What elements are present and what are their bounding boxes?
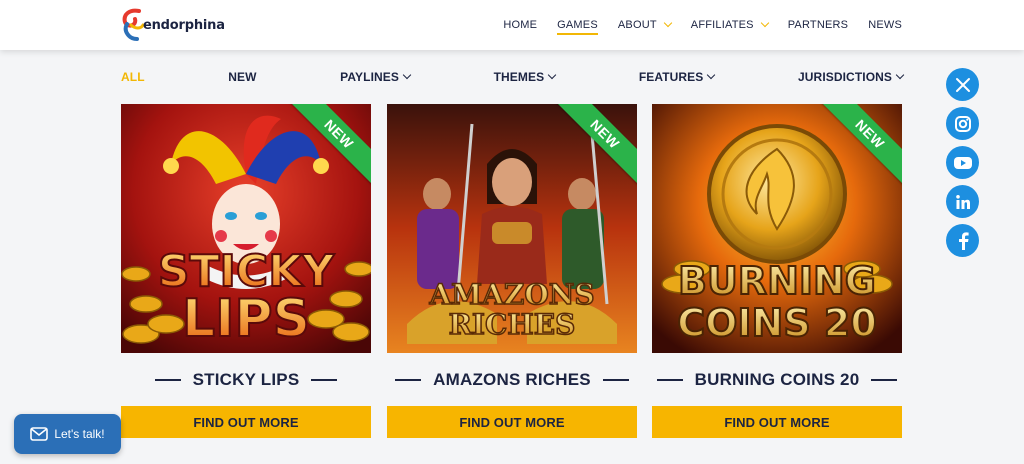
title-dash <box>871 379 898 381</box>
filter-label: FEATURES <box>638 70 704 84</box>
nav-label: AFFILIATES <box>690 19 754 31</box>
game-title-row: BURNING COINS 20 <box>652 369 902 391</box>
game-card-burning-coins-20: BURNING COINS 20 NEW BURNING COINS 20 FI… <box>652 104 902 438</box>
nav-item-affiliates[interactable]: AFFILIATES <box>690 18 769 31</box>
chevron-down-icon <box>402 70 412 80</box>
title-dash <box>154 379 181 381</box>
mail-icon <box>30 427 49 441</box>
artwork-title-line2: RICHES <box>449 308 576 341</box>
artwork-title-line1: AMAZONS <box>428 278 594 311</box>
nav-label: ABOUT <box>617 19 657 31</box>
filter-label: THEMES <box>493 70 545 84</box>
artwork-title-line2: LIPS <box>182 289 310 349</box>
nav-item-about[interactable]: ABOUT <box>617 18 673 31</box>
chevron-down-icon <box>663 18 673 28</box>
nav-label: PARTNERS <box>787 19 849 31</box>
game-title: AMAZONS RICHES <box>433 370 591 389</box>
facebook-icon[interactable] <box>946 224 979 257</box>
nav-item-games[interactable]: GAMES <box>557 19 598 35</box>
instagram-icon[interactable] <box>946 107 979 140</box>
game-filters: ALL NEW PAYLINES THEMES FEATURES JURISDI… <box>121 66 905 88</box>
title-dash <box>656 379 683 381</box>
game-title: BURNING COINS 20 <box>694 370 860 389</box>
game-card-sticky-lips: STICKY LIPS NEW STICKY LIPS FIND OUT MOR… <box>121 104 371 438</box>
game-title-row: AMAZONS RICHES <box>387 369 637 391</box>
nav-item-news[interactable]: NEWS <box>868 19 902 31</box>
nav-label: GAMES <box>557 19 598 31</box>
filter-label: JURISDICTIONS <box>798 70 892 84</box>
social-links <box>946 68 979 263</box>
chat-label: Let's talk! <box>54 427 105 441</box>
filter-themes[interactable]: THEMES <box>493 70 557 84</box>
find-out-more-button[interactable]: FIND OUT MORE <box>387 406 637 438</box>
find-out-more-button[interactable]: FIND OUT MORE <box>652 406 902 438</box>
filter-label: ALL <box>121 70 145 84</box>
game-artwork[interactable]: STICKY LIPS NEW <box>121 104 371 353</box>
game-artwork[interactable]: AMAZONS RICHES NEW <box>387 104 637 353</box>
title-dash <box>311 379 338 381</box>
brand-logo[interactable]: endorphina <box>121 6 231 44</box>
game-artwork[interactable]: BURNING COINS 20 NEW <box>652 104 902 353</box>
title-dash <box>602 379 629 381</box>
filter-jurisdictions[interactable]: JURISDICTIONS <box>798 70 905 84</box>
chevron-down-icon <box>707 70 716 80</box>
chevron-down-icon <box>760 18 769 28</box>
find-out-more-button[interactable]: FIND OUT MORE <box>121 406 371 438</box>
main-nav: HOME GAMES ABOUT AFFILIATES PARTNERS NEW… <box>483 0 902 50</box>
title-dash <box>395 379 422 381</box>
game-title-row: STICKY LIPS <box>121 369 371 391</box>
artwork-title-line1: BURNING <box>678 259 876 303</box>
filter-label: NEW <box>228 70 257 84</box>
nav-label: HOME <box>503 19 538 31</box>
filter-features[interactable]: FEATURES <box>638 70 716 84</box>
filter-all[interactable]: ALL <box>121 70 145 84</box>
youtube-icon[interactable] <box>946 146 979 179</box>
game-card-amazons-riches: AMAZONS RICHES NEW AMAZONS RICHES FIND O… <box>387 104 637 438</box>
chevron-down-icon <box>547 70 557 80</box>
x-icon[interactable] <box>946 68 979 101</box>
nav-item-partners[interactable]: PARTNERS <box>788 19 848 31</box>
linkedin-icon[interactable] <box>946 185 979 218</box>
site-header: endorphina HOME GAMES ABOUT AFFILIATES P… <box>0 0 1024 50</box>
filter-label: PAYLINES <box>340 70 399 84</box>
chat-button[interactable]: Let's talk! <box>14 414 121 454</box>
nav-item-home[interactable]: HOME <box>503 19 537 31</box>
filter-new[interactable]: NEW <box>228 70 256 84</box>
filter-paylines[interactable]: PAYLINES <box>340 70 412 84</box>
nav-label: NEWS <box>868 19 902 31</box>
game-title: STICKY LIPS <box>192 370 300 389</box>
chevron-down-icon <box>895 70 905 80</box>
brand-name: endorphina <box>143 17 225 33</box>
artwork-title-line2: COINS 20 <box>677 301 877 345</box>
